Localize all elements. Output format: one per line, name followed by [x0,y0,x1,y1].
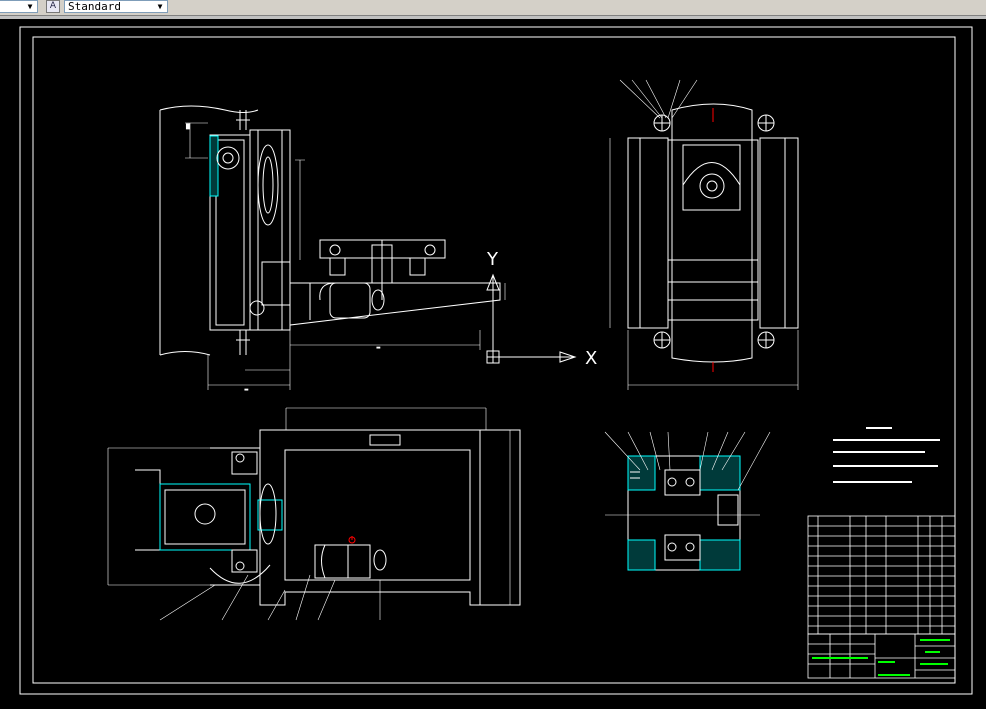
ucs-y-label: Y [486,249,499,270]
title-block [807,633,956,679]
properties-toolbar: ▼ A Standard ▼ [0,0,986,16]
front-view: █ ▬ ▬ [159,105,506,393]
dim-label: █ [185,123,190,130]
red-markers [351,112,714,540]
dim-label: ▬ [244,387,249,393]
sheet-outer-frame [19,26,973,695]
drawing-svg: █ ▬ ▬ Y X [19,26,973,695]
side-view [609,79,799,390]
text-style-icon[interactable]: A [46,0,60,13]
layer-dropdown[interactable]: ▼ [0,0,38,13]
technical-notes [833,427,940,483]
chevron-down-icon: ▼ [27,2,33,11]
chevron-down-icon: ▼ [157,2,163,11]
ucs-x-label: X [585,348,597,369]
dim-label: ▬ [376,345,381,351]
drawing-canvas[interactable]: █ ▬ ▬ Y X [0,19,986,705]
plan-view [107,407,521,621]
text-style-value: Standard [68,0,121,13]
text-style-dropdown[interactable]: Standard ▼ [64,0,168,13]
parts-list [807,515,956,635]
section-detail [604,431,771,571]
